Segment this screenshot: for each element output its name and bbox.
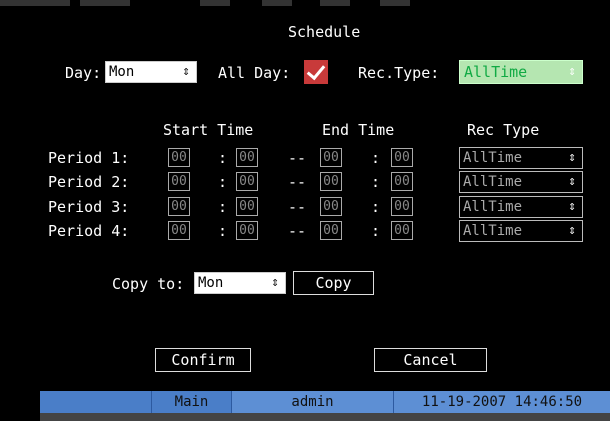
day-select-value: Mon (109, 64, 135, 80)
status-bar: Main admin 11-19-2007 14:46:50 (40, 391, 610, 413)
period-rec-type-select[interactable]: AllTime ⇕ (459, 171, 583, 193)
page-title: Schedule (288, 23, 361, 41)
colon-separator: : (371, 198, 381, 216)
end-hour-field[interactable]: 00 (320, 148, 342, 167)
status-datetime: 11-19-2007 14:46:50 (421, 394, 583, 410)
updown-arrow-icon: ⇕ (568, 174, 576, 189)
updown-arrow-icon: ⇕ (568, 64, 576, 79)
all-day-label: All Day: (218, 64, 291, 82)
dash-separator: -- (288, 149, 307, 167)
copy-button[interactable]: Copy (293, 271, 374, 295)
start-minute-field[interactable]: 00 (236, 221, 258, 240)
start-hour-field[interactable]: 00 (168, 221, 190, 240)
period-label: Period 2: (48, 173, 130, 191)
copy-to-select-value: Mon (198, 275, 224, 291)
period-label: Period 3: (48, 198, 130, 216)
colon-separator: : (218, 173, 228, 191)
dash-separator: -- (288, 198, 307, 216)
start-minute-field[interactable]: 00 (236, 148, 258, 167)
rec-type-label: Rec.Type: (358, 64, 440, 82)
end-minute-field[interactable]: 00 (391, 221, 413, 240)
updown-arrow-icon: ⇕ (182, 64, 190, 79)
end-hour-field[interactable]: 00 (320, 197, 342, 216)
colon-separator: : (371, 222, 381, 240)
top-edge-strip (0, 0, 610, 10)
confirm-button[interactable]: Confirm (155, 348, 251, 372)
period-rec-type-value: AllTime (463, 223, 523, 239)
end-hour-field[interactable]: 00 (320, 172, 342, 191)
rec-type-select[interactable]: AllTime ⇕ (459, 60, 583, 84)
colon-separator: : (218, 149, 228, 167)
colon-separator: : (218, 222, 228, 240)
day-label: Day: (65, 64, 102, 82)
period-rec-type-select[interactable]: AllTime ⇕ (459, 220, 583, 242)
updown-arrow-icon: ⇕ (568, 199, 576, 214)
start-hour-field[interactable]: 00 (168, 197, 190, 216)
period-rec-type-value: AllTime (463, 199, 523, 215)
period-rec-type-value: AllTime (463, 150, 523, 166)
end-hour-field[interactable]: 00 (320, 221, 342, 240)
all-day-checkbox[interactable] (304, 60, 328, 84)
start-hour-field[interactable]: 00 (168, 148, 190, 167)
colon-separator: : (218, 198, 228, 216)
day-select[interactable]: Mon ⇕ (105, 61, 197, 83)
period-rec-type-select[interactable]: AllTime ⇕ (459, 196, 583, 218)
status-user: admin (232, 391, 394, 413)
copy-to-select[interactable]: Mon ⇕ (194, 272, 286, 294)
period-label: Period 1: (48, 149, 130, 167)
updown-arrow-icon: ⇕ (568, 223, 576, 238)
bottom-edge-strip (40, 413, 610, 421)
cancel-button[interactable]: Cancel (374, 348, 487, 372)
rec-type-header: Rec Type (467, 121, 540, 139)
end-minute-field[interactable]: 00 (391, 197, 413, 216)
end-minute-field[interactable]: 00 (391, 148, 413, 167)
rec-type-select-value: AllTime (464, 63, 528, 81)
period-rec-type-value: AllTime (463, 174, 523, 190)
period-label: Period 4: (48, 222, 130, 240)
colon-separator: : (371, 173, 381, 191)
start-hour-field[interactable]: 00 (168, 172, 190, 191)
updown-arrow-icon: ⇕ (568, 150, 576, 165)
period-rec-type-select[interactable]: AllTime ⇕ (459, 147, 583, 169)
end-time-header: End Time (322, 121, 395, 139)
end-minute-field[interactable]: 00 (391, 172, 413, 191)
start-time-header: Start Time (163, 121, 254, 139)
colon-separator: : (371, 149, 381, 167)
dash-separator: -- (288, 173, 307, 191)
start-minute-field[interactable]: 00 (236, 172, 258, 191)
dash-separator: -- (288, 222, 307, 240)
updown-arrow-icon: ⇕ (271, 275, 279, 290)
copy-to-label: Copy to: (112, 275, 185, 293)
status-blank (40, 391, 152, 413)
start-minute-field[interactable]: 00 (236, 197, 258, 216)
status-main: Main (152, 391, 232, 413)
